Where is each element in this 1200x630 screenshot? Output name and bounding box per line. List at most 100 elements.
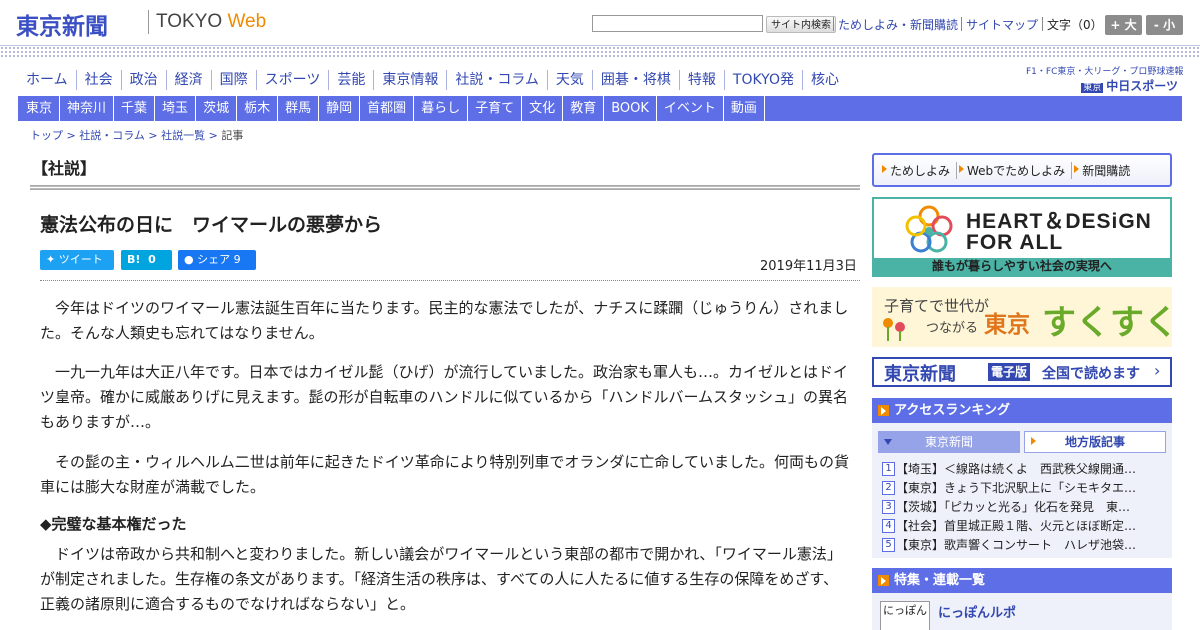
nav-tokyo-info[interactable]: 東京情報 [374, 70, 448, 90]
rank-number: 3 [882, 499, 895, 514]
nav-tokyo-hatsu[interactable]: TOKYO発 [725, 70, 803, 90]
nav-weather[interactable]: 天気 [548, 70, 593, 90]
e-edition-text: 全国で読めます [1042, 366, 1140, 382]
divider [1042, 17, 1043, 31]
nav-special-report[interactable]: 特報 [680, 70, 725, 90]
nav-economy[interactable]: 経済 [167, 70, 212, 90]
main-nav: ホーム 社会 政治 経済 国際 スポーツ 芸能 東京情報 社説・コラム 天気 囲… [18, 70, 847, 90]
breadcrumb-editorial[interactable]: 社説・コラム [79, 129, 145, 142]
region-kanagawa[interactable]: 神奈川 [60, 96, 115, 121]
breadcrumb-editorial-list[interactable]: 社説一覧 [161, 129, 205, 142]
chunichi-name: 中日スポーツ [1106, 79, 1178, 93]
article-title: 憲法公布の日に ワイマールの悪夢から [40, 214, 383, 236]
e-edition-logo: 東京新聞 [884, 364, 956, 385]
ranking-item[interactable]: 2 【東京】きょう下北沢駅上に「シモキタエ… [882, 479, 1162, 496]
logo-divider [148, 10, 149, 34]
nav-go-shogi[interactable]: 囲碁・将棋 [593, 70, 680, 90]
subscribe-link[interactable]: ためしよみ・新聞購読 [838, 16, 958, 33]
nav-politics[interactable]: 政治 [122, 70, 167, 90]
sitemap-link[interactable]: サイトマップ [966, 16, 1038, 33]
rank-number: 2 [882, 480, 895, 495]
region-shutoken[interactable]: 首都圏 [360, 96, 415, 121]
trial-read-link[interactable]: ためしよみ [880, 161, 958, 179]
chevron-right-icon: › [1154, 361, 1161, 380]
subscribe-link[interactable]: 新聞購読 [1072, 162, 1136, 179]
feature-thumbnail: にっぽん [880, 601, 930, 630]
hatena-count: 0 [148, 253, 156, 266]
region-gunma[interactable]: 群馬 [278, 96, 320, 121]
heart-design-title-2: FOR ALL [966, 231, 1064, 254]
site-header: 東京新聞 TOKYO Web サイト内検索 ためしよみ・新聞購読 サイトマップ … [0, 0, 1200, 45]
font-smaller-button[interactable]: - 小 [1146, 15, 1183, 35]
font-size-label: 文字（0） [1047, 18, 1103, 32]
region-tokyo[interactable]: 東京 [18, 96, 61, 121]
facebook-icon: ● [184, 253, 194, 266]
divider [961, 17, 962, 31]
nav-editorial[interactable]: 社説・コラム [447, 70, 548, 90]
breadcrumb: トップ > 社説・コラム > 社説一覧 > 記事 [30, 127, 243, 143]
search-input[interactable] [592, 15, 763, 32]
nav-core[interactable]: 核心 [803, 70, 847, 90]
breadcrumb-top[interactable]: トップ [30, 129, 63, 142]
article-paragraph: その髭の主・ウィルヘルム二世は前年に起きたドイツ革命により特別列車でオランダに亡… [40, 453, 849, 496]
chunichi-tagline: F1・FC東京・大リーグ・プロ野球速報 [1026, 67, 1184, 77]
sukusuku-logo: すくすく [1042, 303, 1178, 343]
article-subheading: ◆完璧な基本権だった [40, 515, 187, 533]
region-shizuoka[interactable]: 静岡 [319, 96, 361, 121]
heart-design-subtitle: 誰もが暮らしやすい社会の実現へ [874, 258, 1170, 275]
facebook-share-button[interactable]: ● シェア 9 [178, 250, 256, 270]
feature-item[interactable]: にっぽん にっぽんルポ [872, 593, 1172, 630]
nav-entertainment[interactable]: 芸能 [329, 70, 375, 90]
hatena-bookmark-button[interactable]: B! 0 [121, 250, 172, 270]
ranking-item[interactable]: 3 【茨城】「ピカッと光る」化石を発見 東… [882, 498, 1162, 515]
feature-title: にっぽんルポ [938, 606, 1017, 621]
sukusuku-tagline-1: 子育てで世代が [884, 297, 990, 315]
article-paragraph: 一九一九年は大正八年です。日本ではカイゼル髭（ひげ）が流行していました。政治家も… [40, 363, 849, 431]
ranking-item[interactable]: 4 【社会】首里城正殿１階、火元とほぼ断定… [882, 517, 1162, 534]
region-parenting[interactable]: 子育て [468, 96, 523, 121]
nav-home[interactable]: ホーム [18, 70, 77, 90]
trial-links-box: ためしよみ Webでためしよみ 新聞購読 [872, 153, 1172, 187]
region-nav: 東京 神奈川 千葉 埼玉 茨城 栃木 群馬 静岡 首都圏 暮らし 子育て 文化 … [18, 96, 1182, 121]
logo-tokyo-web[interactable]: TOKYO Web [156, 11, 266, 33]
article-paragraph: 今年はドイツのワイマール憲法誕生百年に当たります。民主的な憲法でしたが、ナチスに… [40, 299, 849, 342]
heart-design-banner[interactable]: HEART＆DESiGN FOR ALL 誰もが暮らしやすい社会の実現へ [872, 197, 1172, 277]
region-event[interactable]: イベント [657, 96, 724, 121]
region-book[interactable]: BOOK [604, 96, 657, 121]
rank-title: 【東京】歌声響くコンサート ハレザ池袋… [896, 537, 1137, 552]
region-tochigi[interactable]: 栃木 [237, 96, 279, 121]
font-bigger-button[interactable]: + 大 [1105, 15, 1142, 35]
tweet-button[interactable]: ✦ ツイート [40, 250, 114, 270]
share-count: 9 [233, 253, 241, 266]
region-education[interactable]: 教育 [563, 96, 605, 121]
region-living[interactable]: 暮らし [414, 96, 469, 121]
divider [833, 17, 834, 31]
region-video[interactable]: 動画 [724, 96, 765, 121]
region-culture[interactable]: 文化 [522, 96, 564, 121]
header-dotted-bar [0, 45, 1200, 57]
region-chiba[interactable]: 千葉 [114, 96, 156, 121]
ranking-item[interactable]: 5 【東京】歌声響くコンサート ハレザ池袋… [882, 536, 1162, 553]
breadcrumb-sep: > [205, 129, 222, 142]
search-button[interactable]: サイト内検索 [766, 16, 836, 33]
ranking-item[interactable]: 1 【埼玉】＜線路は続くよ 西武秩父線開通… [882, 460, 1162, 477]
rank-title: 【東京】きょう下北沢駅上に「シモキタエ… [896, 480, 1137, 495]
article-divider [40, 280, 860, 281]
tokyo-sukusuku-banner[interactable]: 子育てで世代が つながる 東京 すくすく [872, 287, 1178, 347]
article-paragraph: ドイツは帝政から共和制へと変わりました。新しい議会がワイマールという東部の都市で… [40, 545, 842, 613]
ranking-tab-tokyo[interactable]: 東京新聞 [878, 431, 1020, 453]
web-trial-read-link[interactable]: Webでためしよみ [957, 161, 1073, 179]
nav-society[interactable]: 社会 [77, 70, 122, 90]
e-edition-banner[interactable]: 東京新聞 電子版 全国で読めます › [872, 357, 1172, 387]
region-saitama[interactable]: 埼玉 [155, 96, 197, 121]
breadcrumb-sep: > [63, 129, 80, 142]
breadcrumb-sep: > [144, 129, 162, 142]
chunichi-sports-link[interactable]: F1・FC東京・大リーグ・プロ野球速報 東京 中日スポーツ [1026, 64, 1184, 94]
ranking-tab-local[interactable]: 地方版記事 [1024, 431, 1166, 453]
features-header: 特集・連載一覧 [872, 568, 1172, 593]
section-title: 【社説】 [32, 159, 97, 178]
logo[interactable]: 東京新聞 [16, 7, 108, 41]
nav-international[interactable]: 国際 [212, 70, 257, 90]
region-ibaraki[interactable]: 茨城 [196, 96, 238, 121]
nav-sports[interactable]: スポーツ [257, 70, 330, 90]
